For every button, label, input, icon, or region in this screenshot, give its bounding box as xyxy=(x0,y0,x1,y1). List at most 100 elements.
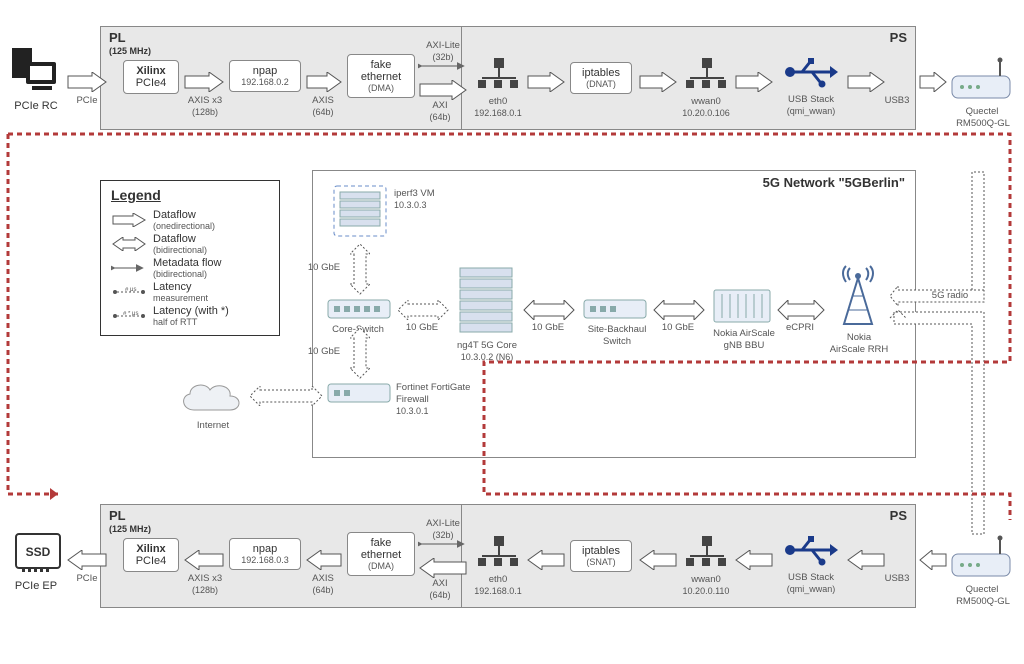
ipt-nb: iptables xyxy=(577,545,625,557)
svg-text:# * μs: # * μs xyxy=(123,311,138,317)
fw-l1: Fortinet FortiGate xyxy=(396,382,516,393)
arr-ext-b xyxy=(918,550,948,570)
arr-fw-cloud xyxy=(248,386,324,406)
usb-s-t: (qmi_wwan) xyxy=(778,106,844,116)
xilinx-l2: PCIe4 xyxy=(130,77,172,89)
gnb-l1: Nokia AirScale xyxy=(704,328,784,339)
bh-l2: Switch xyxy=(578,336,656,347)
xilinx-b: Xilinx PCIe4 xyxy=(123,538,179,572)
wwan-ib: 10.20.0.110 xyxy=(674,586,738,596)
usb3-lb: USB3 xyxy=(880,573,914,584)
ng4t-ip: 10.3.0.2 (N6) xyxy=(444,352,530,362)
arrow-axilite-t xyxy=(418,60,468,72)
axilite-b: AXI-Lite xyxy=(418,518,468,529)
legend-title: Legend xyxy=(111,187,269,203)
pl-title-b: PL xyxy=(109,508,126,523)
npap-nb: npap xyxy=(236,543,294,555)
arr-usb3-t xyxy=(846,72,886,92)
leg-df2s: (bidirectional) xyxy=(153,245,207,255)
fake-eth-b: fake ethernet (DMA) xyxy=(347,532,415,576)
fe-l1-t: fake xyxy=(354,59,408,71)
eth0-name-t: eth0 xyxy=(476,96,520,107)
npap-ip-top: 192.168.0.2 xyxy=(236,77,294,87)
arr-pcie-b xyxy=(66,550,108,570)
axi-s-t: (64b) xyxy=(418,112,462,122)
net-title: 5G Network "5GBerlin" xyxy=(763,175,905,190)
ssd-icon: SSD xyxy=(12,530,64,574)
rrh-icon xyxy=(830,264,886,330)
eth0-ip-t: 192.168.0.1 xyxy=(466,108,530,118)
iptables-t: iptables (DNAT) xyxy=(570,62,632,94)
wwan-nb: wwan0 xyxy=(684,574,728,585)
axis-sb: (64b) xyxy=(305,585,341,595)
wwan0-icon-b xyxy=(684,536,728,570)
arr-core-ng4t xyxy=(396,300,450,320)
modem-l2-b: RM500Q-GL xyxy=(944,596,1022,607)
pl-sub-b: (125 MHz) xyxy=(109,524,151,534)
arrow-pcie-top xyxy=(66,72,108,92)
leg-df2: Dataflow xyxy=(153,233,207,245)
arr-eth-ipt-b xyxy=(526,550,566,570)
pcie-rc-icon xyxy=(8,46,64,96)
axilite-t: AXI-Lite xyxy=(418,40,468,51)
internet-lbl: Internet xyxy=(186,420,240,431)
backhaul-icon xyxy=(582,298,648,322)
npap-name-top: npap xyxy=(236,65,294,77)
arr-axi-b xyxy=(418,558,468,578)
10gbe-3: 10 GbE xyxy=(302,346,346,357)
iptables-b: iptables (SNAT) xyxy=(570,540,632,572)
usb-icon-t xyxy=(782,54,838,90)
pcie-ep-label: PCIe EP xyxy=(8,580,64,592)
arrow-axis-top xyxy=(305,72,343,92)
arr-ipt-wwan-t xyxy=(638,72,678,92)
modem-icon-t xyxy=(948,56,1014,104)
leg-md: Metadata flow xyxy=(153,257,221,269)
usb-icon-b xyxy=(782,532,838,568)
leg-mds: (bidirectional) xyxy=(153,269,221,279)
core-switch-icon xyxy=(326,298,392,322)
arr-ng4t-bh xyxy=(522,300,576,320)
xil-l2-b: PCIe4 xyxy=(130,555,172,567)
fe-l2-t: ethernet xyxy=(354,71,408,83)
npap-top: npap 192.168.0.2 xyxy=(229,60,301,92)
fake-eth-top: fake ethernet (DMA) xyxy=(347,54,415,98)
gnb-icon xyxy=(712,286,772,326)
rrh-l1: Nokia xyxy=(826,332,892,343)
axisx3-sub-top: (128b) xyxy=(183,107,227,117)
10gbe-1: 10 GbE xyxy=(302,262,346,273)
xilinx-top: Xilinx PCIe4 xyxy=(123,60,179,94)
iperf-ip: 10.3.0.3 xyxy=(394,200,454,210)
fw-ip: 10.3.0.1 xyxy=(396,406,456,416)
eth0-icon-t xyxy=(476,58,520,92)
pl-sub: (125 MHz) xyxy=(109,46,151,56)
ipt-n-t: iptables xyxy=(577,67,625,79)
arr-gnb-rrh xyxy=(776,300,826,320)
modem-icon-b xyxy=(948,534,1014,582)
leg-df1s: (onedirectional) xyxy=(153,221,215,231)
leg-df1: Dataflow xyxy=(153,209,215,221)
ps-title: PS xyxy=(890,30,907,45)
arr-core-fw xyxy=(350,326,370,380)
10gbe-5: 10 GbE xyxy=(654,322,702,333)
eth0-nb: eth0 xyxy=(476,574,520,585)
5gradio: 5G radio xyxy=(924,290,976,301)
arr-axis-b xyxy=(305,550,343,570)
axi-lb: AXI xyxy=(418,578,462,589)
axi-sb: (64b) xyxy=(418,590,462,600)
ipt-m-t: (DNAT) xyxy=(577,79,625,89)
usb-sb: (qmi_wwan) xyxy=(778,584,844,594)
ipt-mb: (SNAT) xyxy=(577,557,625,567)
bh-l1: Site-Backhaul xyxy=(578,324,656,335)
arr-ext-t xyxy=(918,72,948,92)
arr-axilite-b xyxy=(418,538,468,550)
modem-l1-t: Quectel xyxy=(950,106,1014,117)
axisx3-label-top: AXIS x3 xyxy=(183,95,227,106)
axis-sub-top: (64b) xyxy=(305,107,341,117)
ng4t-icon xyxy=(454,264,518,338)
wwan0-icon-t xyxy=(684,58,728,92)
axis-lb: AXIS xyxy=(305,573,341,584)
svg-text:# μs: # μs xyxy=(125,287,136,293)
cloud-icon xyxy=(176,376,246,420)
fe-l3-t: (DMA) xyxy=(354,83,408,93)
ng4t-n: ng4T 5G Core xyxy=(444,340,530,351)
